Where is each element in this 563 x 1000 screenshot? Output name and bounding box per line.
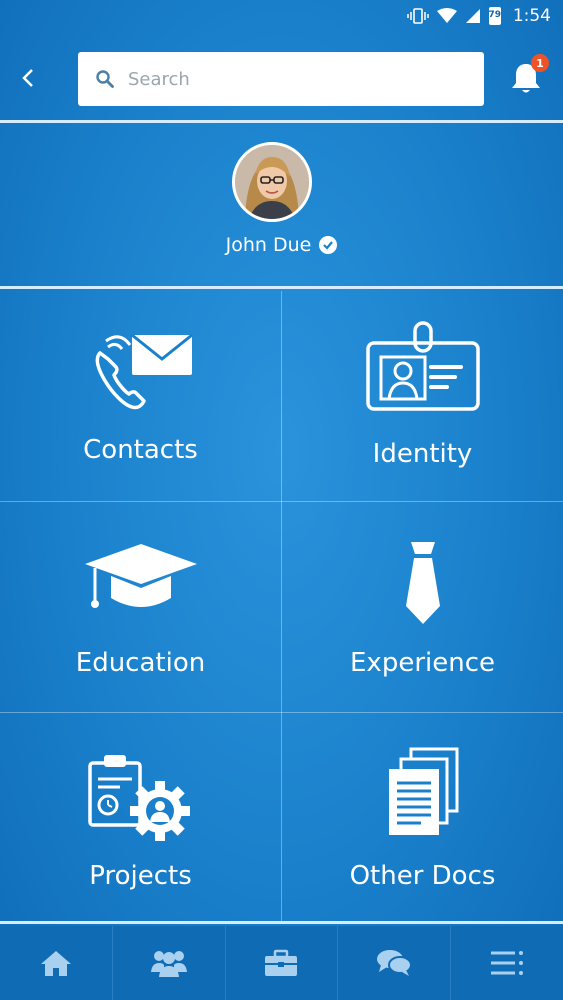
battery-icon: 79 — [489, 7, 501, 25]
tie-icon — [405, 542, 440, 624]
nav-people[interactable] — [113, 926, 226, 1000]
nav-messages[interactable] — [338, 926, 452, 1000]
profile-divider — [0, 286, 563, 289]
id-badge-icon — [365, 321, 480, 411]
avatar-photo — [235, 145, 309, 219]
search-box[interactable] — [78, 52, 484, 106]
briefcase-icon — [265, 949, 298, 976]
chevron-left-icon — [22, 69, 33, 87]
profile-section: John Due — [0, 124, 563, 286]
avatar[interactable] — [232, 142, 312, 222]
nav-work[interactable] — [226, 926, 339, 1000]
search-input[interactable] — [126, 67, 460, 91]
nav-home[interactable] — [0, 926, 113, 1000]
verified-check-icon — [319, 236, 338, 254]
header-divider — [0, 120, 563, 123]
tile-label: Other Docs — [349, 861, 496, 891]
clipboard-gear-icon — [87, 755, 190, 841]
documents-icon — [388, 747, 458, 835]
tile-label: Contacts — [83, 435, 198, 465]
graduation-cap-icon — [84, 544, 197, 608]
tile-label: Education — [75, 648, 206, 678]
nav-menu[interactable] — [451, 926, 563, 1000]
tile-contacts[interactable]: Contacts — [0, 291, 281, 501]
signal-icon — [465, 9, 480, 23]
grid-divider-1 — [0, 501, 563, 502]
users-icon — [150, 951, 187, 977]
bottom-divider — [0, 921, 563, 924]
menu-icon — [491, 951, 524, 975]
back-button[interactable] — [14, 64, 42, 92]
home-icon — [40, 951, 71, 976]
tile-label: Experience — [350, 648, 495, 678]
tile-other-docs[interactable]: Other Docs — [282, 713, 563, 923]
profile-name: John Due — [225, 234, 312, 256]
vibrate-icon — [407, 8, 429, 24]
grid-divider-2 — [0, 712, 563, 713]
phone-mail-icon — [95, 333, 193, 410]
notifications-button[interactable]: 1 — [509, 54, 549, 96]
status-time: 1:54 — [512, 6, 551, 26]
tile-label: Projects — [89, 861, 192, 891]
search-icon — [96, 70, 114, 88]
tile-label: Identity — [372, 439, 473, 469]
wifi-icon — [436, 8, 457, 23]
tile-identity[interactable]: Identity — [282, 291, 563, 501]
grid-divider-vertical — [281, 291, 282, 921]
header: 1 — [0, 44, 563, 114]
battery-level: 79 — [488, 10, 502, 20]
tile-education[interactable]: Education — [0, 502, 281, 712]
profile-name-row: John Due — [0, 234, 563, 256]
chat-icon — [377, 950, 413, 976]
tile-experience[interactable]: Experience — [282, 502, 563, 712]
status-bar: 79 1:54 — [0, 0, 563, 34]
notification-badge: 1 — [531, 54, 549, 72]
tile-projects[interactable]: Projects — [0, 713, 281, 923]
bottom-nav — [0, 926, 563, 1000]
